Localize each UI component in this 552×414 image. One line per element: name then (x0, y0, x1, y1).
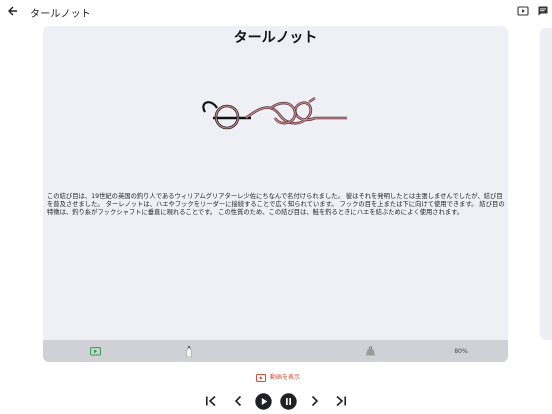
skip-first-icon[interactable] (202, 392, 220, 410)
knot-card: タールノット この結び目は、19世紀の英国の釣り人であるウィリアムグリアターレ少… (43, 26, 508, 362)
video-icon[interactable] (517, 5, 529, 17)
knot-illustration (202, 97, 347, 130)
knot-description: この結び目は、19世紀の英国の釣り人であるウィリアムグリアターレ少佐にちなんで名… (47, 193, 505, 216)
knot-title: タールノット (233, 30, 318, 46)
video-icon (256, 367, 266, 386)
next-icon[interactable] (306, 392, 324, 410)
skip-last-icon[interactable] (332, 392, 350, 410)
playback-controls (0, 390, 552, 412)
previous-icon[interactable] (229, 392, 247, 410)
zoom-level[interactable]: 80% (447, 345, 475, 357)
app-title: タールノット (30, 9, 91, 20)
weight-icon[interactable] (364, 345, 376, 357)
knot-toolbar: 80% (43, 340, 508, 362)
pause-icon[interactable] (279, 392, 297, 410)
chat-icon[interactable] (537, 5, 549, 17)
show-video-link[interactable]: 動画を表示 (256, 371, 301, 382)
show-video-label: 動画を表示 (270, 373, 301, 381)
side-panel[interactable] (540, 28, 552, 340)
app-bar: タールノット (0, 0, 552, 24)
play-icon[interactable] (254, 392, 272, 410)
bottle-icon[interactable] (185, 345, 193, 357)
arrow-back-icon[interactable] (6, 4, 20, 18)
play-video-icon[interactable] (89, 345, 101, 357)
